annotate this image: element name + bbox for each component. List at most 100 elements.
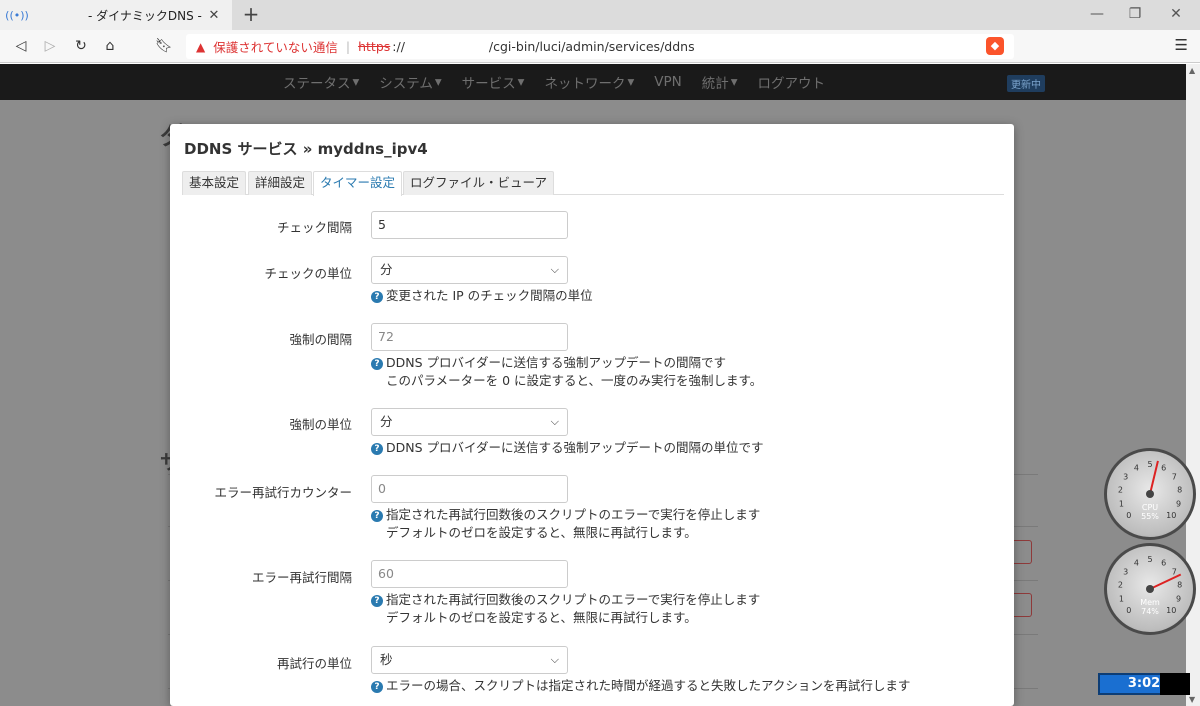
gauge-tick-label: 8	[1177, 580, 1182, 589]
help-text: DDNS プロバイダーに送信する強制アップデートの間隔です	[386, 355, 727, 370]
tab-basic-settings[interactable]: 基本設定	[182, 171, 247, 195]
chevron-down-icon: ⌵	[550, 415, 559, 428]
check-unit-value: 分	[380, 262, 393, 277]
check-interval-label: チェック間隔	[276, 220, 352, 235]
retry-counter-input[interactable]: 0	[371, 475, 568, 503]
retry-counter-label: エラー再試行カウンター	[214, 485, 352, 500]
retry-interval-input[interactable]: 60	[371, 560, 568, 588]
help-text: デフォルトのゼロを設定すると、無限に再試行します。	[386, 610, 697, 625]
chevron-down-icon: ⌵	[550, 653, 559, 666]
address-bar[interactable]: ▲ 保護されていない通信 | https :// /cgi-bin/luci/a…	[186, 34, 1014, 59]
nav-item[interactable]: システム	[379, 72, 433, 92]
gauge-value: 74%	[1141, 607, 1159, 616]
check-interval-input[interactable]: 5	[371, 211, 568, 239]
close-tab-icon[interactable]: ✕	[206, 8, 222, 23]
help-text: 変更された IP のチェック間隔の単位	[386, 288, 593, 303]
gauge-tick-label: 6	[1161, 558, 1166, 567]
gauge-tick-label: 4	[1134, 558, 1139, 567]
home-icon[interactable]: ⌂	[100, 36, 120, 56]
nav-item[interactable]: VPN	[654, 74, 681, 90]
help-text: エラーの場合、スクリプトは指定された時間が経過すると失敗したアクションを再試行し…	[386, 678, 911, 693]
memory-gauge-dial: 01234 5 678910	[1118, 555, 1182, 615]
nav-item[interactable]: ステータス	[283, 72, 351, 92]
force-unit-select[interactable]: 分 ⌵	[371, 408, 568, 436]
bookmark-icon[interactable]: 🔖︎	[154, 36, 174, 56]
check-unit-label: チェックの単位	[264, 266, 352, 281]
help-text: 指定された再試行回数後のスクリプトのエラーで実行を停止します	[386, 592, 761, 607]
retry-unit-select[interactable]: 秒 ⌵	[371, 646, 568, 674]
restore-icon[interactable]: ❐	[1125, 4, 1145, 24]
warning-icon: ▲	[196, 39, 206, 54]
chevron-down-icon: ▾	[730, 74, 738, 90]
forward-icon[interactable]: ▷	[40, 36, 60, 56]
nav-item[interactable]: ネットワーク	[544, 72, 625, 92]
back-icon[interactable]: ◁	[11, 36, 31, 56]
reload-icon[interactable]: ↻	[71, 36, 91, 56]
gauge-hub	[1146, 585, 1154, 593]
new-tab-button[interactable]: +	[240, 3, 262, 25]
brave-shield-icon[interactable]: ◆	[986, 37, 1004, 55]
force-interval-label: 強制の間隔	[289, 332, 352, 347]
help-icon: ?	[371, 681, 383, 693]
force-interval-help: ? DDNS プロバイダーに送信する強制アップデートの間隔です このパラメーターを…	[371, 354, 762, 390]
hamburger-menu-icon[interactable]: ☰	[1175, 36, 1188, 54]
nav-item[interactable]: サービス	[462, 72, 516, 92]
gauge-hub	[1146, 490, 1154, 498]
security-warning: 保護されていない通信	[213, 40, 338, 55]
help-icon: ?	[371, 443, 383, 455]
close-window-icon[interactable]: ✕	[1166, 4, 1186, 24]
wireless-favicon-icon: ((•))	[5, 8, 29, 22]
tab-log-viewer[interactable]: ログファイル・ビューア	[403, 171, 555, 195]
modal-tabs: 基本設定 詳細設定 タイマー設定 ログファイル・ビューア	[182, 171, 1004, 196]
gauge-name: Mem	[1140, 598, 1160, 607]
browser-tab-bar: ((•)) - ダイナミックDNS - LuC ✕ + — ❐ ✕	[0, 0, 1200, 30]
help-text: 指定された再試行回数後のスクリプトのエラーで実行を停止します	[386, 507, 761, 522]
browser-toolbar: ◁ ▷ ↻ ⌂ 🔖︎ ▲ 保護されていない通信 | https :// /cgi…	[0, 30, 1200, 63]
url-separator: ://	[392, 39, 405, 54]
retry-unit-help: ? エラーの場合、スクリプトは指定された時間が経過すると失敗したアクションを再試行…	[371, 677, 910, 695]
help-text: デフォルトのゼロを設定すると、無限に再試行します。	[386, 525, 697, 540]
chevron-down-icon: ▾	[517, 74, 525, 90]
gauge-tick-label: 6	[1161, 463, 1166, 472]
scroll-up-icon[interactable]: ▲	[1189, 66, 1195, 75]
memory-gauge: 0 1 2 3 4 5 6 7 8 9 10 Mem 74%	[1104, 543, 1196, 635]
retry-interval-help: ? 指定された再試行回数後のスクリプトのエラーで実行を停止します デフォルトのゼロ…	[371, 591, 760, 627]
tab-timer-settings[interactable]: タイマー設定	[313, 171, 403, 196]
scroll-down-icon[interactable]: ▼	[1189, 695, 1195, 704]
modal-title: DDNS サービス » myddns_ipv4	[184, 140, 428, 158]
gauge-tick-label: 3	[1123, 567, 1128, 576]
retry-unit-value: 秒	[380, 652, 393, 667]
help-icon: ?	[371, 358, 383, 370]
chevron-down-icon: ▾	[627, 74, 635, 90]
help-icon: ?	[371, 291, 383, 303]
nav-item[interactable]: ログアウト	[758, 72, 826, 92]
help-text: DDNS プロバイダーに送信する強制アップデートの間隔の単位です	[386, 440, 764, 455]
check-unit-select[interactable]: 分 ⌵	[371, 256, 568, 284]
help-text: このパラメーターを 0 に設定すると、一度のみ実行を強制します。	[386, 373, 763, 388]
chevron-down-icon: ▾	[434, 74, 442, 90]
gauge-value: 55%	[1141, 512, 1159, 521]
cpu-gauge-dial: 01234 5 678910	[1118, 460, 1182, 520]
gauge-tick-label: 5	[1147, 460, 1152, 469]
retry-interval-label: エラー再試行間隔	[251, 570, 352, 585]
background-button	[1014, 593, 1032, 617]
gauge-tick-label: 3	[1123, 472, 1128, 481]
gauge-tick-label: 2	[1118, 580, 1123, 589]
gauge-tick-label: 4	[1134, 463, 1139, 472]
clock-panel	[1160, 673, 1190, 695]
tab-advanced-settings[interactable]: 詳細設定	[248, 171, 313, 195]
force-unit-label: 強制の単位	[289, 417, 352, 432]
url-divider: |	[345, 39, 351, 54]
force-interval-input[interactable]: 72	[371, 323, 568, 351]
browser-tab[interactable]: ((•)) - ダイナミックDNS - LuC ✕	[0, 0, 232, 30]
retry-counter-help: ? 指定された再試行回数後のスクリプトのエラーで実行を停止します デフォルトのゼロ…	[371, 506, 760, 542]
nav-item[interactable]: 統計	[702, 72, 729, 92]
gauge-tick-label: 5	[1147, 555, 1152, 564]
minimize-icon[interactable]: —	[1087, 4, 1107, 24]
gauge-tick-label: 2	[1118, 485, 1123, 494]
status-badge: 更新中	[1007, 75, 1045, 92]
check-unit-help: ? 変更された IP のチェック間隔の単位	[371, 287, 593, 305]
gauge-tick-label: 8	[1177, 485, 1182, 494]
background-button	[1014, 540, 1032, 564]
top-navigation: ステータス ▾ システム ▾ サービス ▾ ネットワーク ▾ VPN 統計 ▾ ログアウト 更新中	[0, 64, 1186, 100]
